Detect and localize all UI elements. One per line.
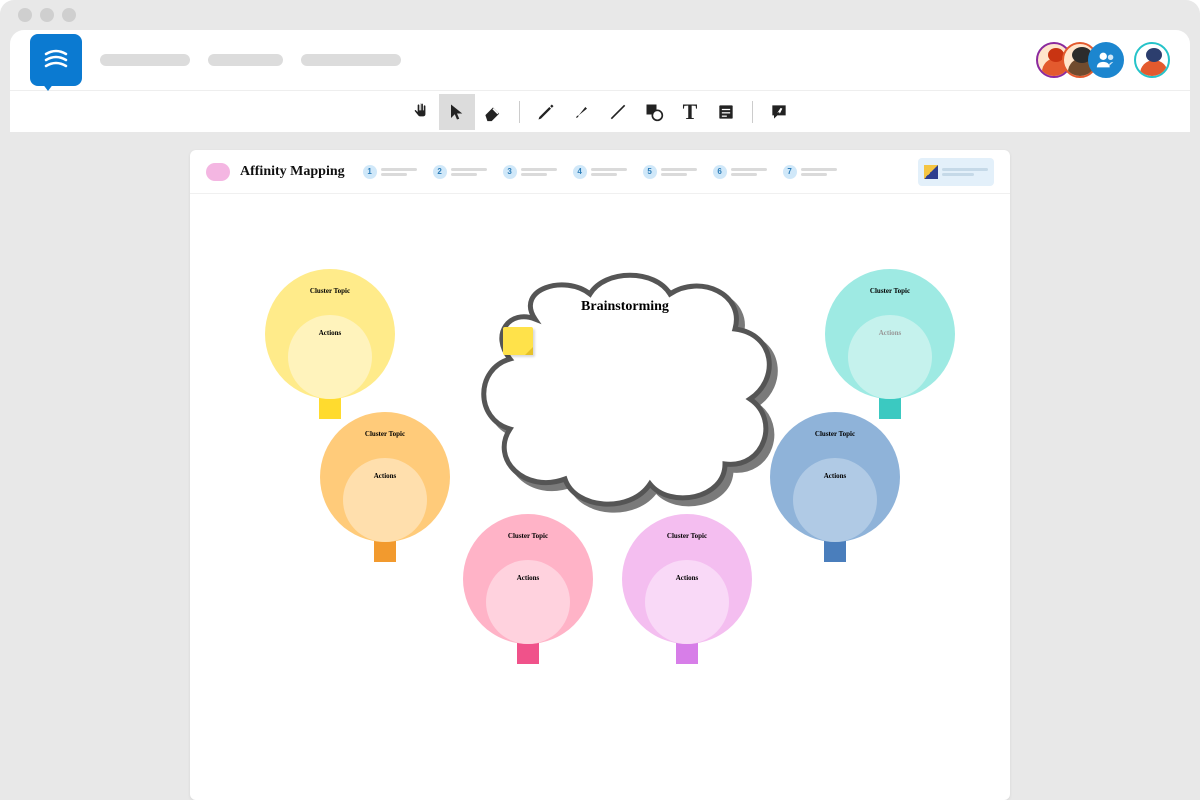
tool-eraser[interactable]	[475, 94, 511, 130]
step-6[interactable]: 6	[713, 165, 767, 179]
tool-pencil[interactable]	[528, 94, 564, 130]
brain-icon	[206, 163, 230, 181]
cluster-label: Cluster Topic	[265, 287, 395, 295]
cluster-yellow[interactable]: Cluster Topic Actions	[265, 269, 395, 419]
cluster-stem	[517, 642, 539, 664]
cluster-pink[interactable]: Cluster Topic Actions	[463, 514, 593, 664]
menu-item-3[interactable]	[301, 54, 401, 66]
step-3[interactable]: 3	[503, 165, 557, 179]
whiteboard-card: Affinity Mapping 1 2 3 4 5 6 7	[190, 150, 1010, 800]
toolbar: T	[10, 90, 1190, 132]
cluster-stem	[824, 540, 846, 562]
step-5[interactable]: 5	[643, 165, 697, 179]
cluster-blue[interactable]: Cluster Topic Actions	[770, 412, 900, 562]
window-controls	[0, 0, 1200, 30]
cluster-action: Actions	[517, 574, 540, 582]
cluster-orange[interactable]: Cluster Topic Actions	[320, 412, 450, 562]
canvas-area[interactable]: Affinity Mapping 1 2 3 4 5 6 7	[0, 132, 1200, 800]
browser-window: T Affinity Mapping 1 2 3 4 5 6 7	[0, 0, 1200, 800]
avatar-group-more[interactable]	[1088, 42, 1124, 78]
tool-hand[interactable]	[403, 94, 439, 130]
toolbar-divider	[519, 101, 520, 123]
tool-brush[interactable]	[564, 94, 600, 130]
tool-line[interactable]	[600, 94, 636, 130]
menu-item-2[interactable]	[208, 54, 283, 66]
collaborator-avatars	[1036, 42, 1170, 78]
menu-item-1[interactable]	[100, 54, 190, 66]
cluster-action: Actions	[319, 329, 342, 337]
cluster-label: Cluster Topic	[770, 430, 900, 438]
tool-pointer[interactable]	[439, 94, 475, 130]
template-title: Affinity Mapping	[240, 164, 345, 180]
cluster-violet[interactable]: Cluster Topic Actions	[622, 514, 752, 664]
tool-text[interactable]: T	[672, 94, 708, 130]
cluster-label: Cluster Topic	[463, 532, 593, 540]
step-4[interactable]: 4	[573, 165, 627, 179]
app-header	[10, 30, 1190, 90]
cluster-stem	[676, 642, 698, 664]
step-2[interactable]: 2	[433, 165, 487, 179]
expand-icon	[924, 165, 938, 179]
step-1[interactable]: 1	[363, 165, 417, 179]
cluster-action: Actions	[824, 472, 847, 480]
toolbar-divider	[752, 101, 753, 123]
window-max-dot[interactable]	[62, 8, 76, 22]
tool-comment[interactable]	[761, 94, 797, 130]
avatar-current-user[interactable]	[1134, 42, 1170, 78]
cluster-teal[interactable]: Cluster Topic Actions	[825, 269, 955, 419]
sticky-note[interactable]	[503, 327, 533, 355]
tool-note[interactable]	[708, 94, 744, 130]
template-steps: 1 2 3 4 5 6 7	[363, 165, 908, 179]
step-7[interactable]: 7	[783, 165, 837, 179]
cluster-label: Cluster Topic	[825, 287, 955, 295]
cluster-stem	[374, 540, 396, 562]
canvas[interactable]: Brainstorming Cluster Topic Actions Clust…	[190, 194, 1010, 774]
brainstorm-cloud[interactable]: Brainstorming	[455, 259, 795, 519]
cluster-action: Actions	[676, 574, 699, 582]
window-close-dot[interactable]	[18, 8, 32, 22]
window-min-dot[interactable]	[40, 8, 54, 22]
expand-button[interactable]	[918, 158, 994, 186]
app-logo[interactable]	[30, 34, 82, 86]
cloud-title: Brainstorming	[455, 299, 795, 315]
tool-shape[interactable]	[636, 94, 672, 130]
cluster-label: Cluster Topic	[622, 532, 752, 540]
cluster-stem	[879, 397, 901, 419]
template-header: Affinity Mapping 1 2 3 4 5 6 7	[190, 150, 1010, 194]
cluster-action: Actions	[374, 472, 397, 480]
cluster-action: Actions	[879, 329, 902, 337]
cluster-label: Cluster Topic	[320, 430, 450, 438]
